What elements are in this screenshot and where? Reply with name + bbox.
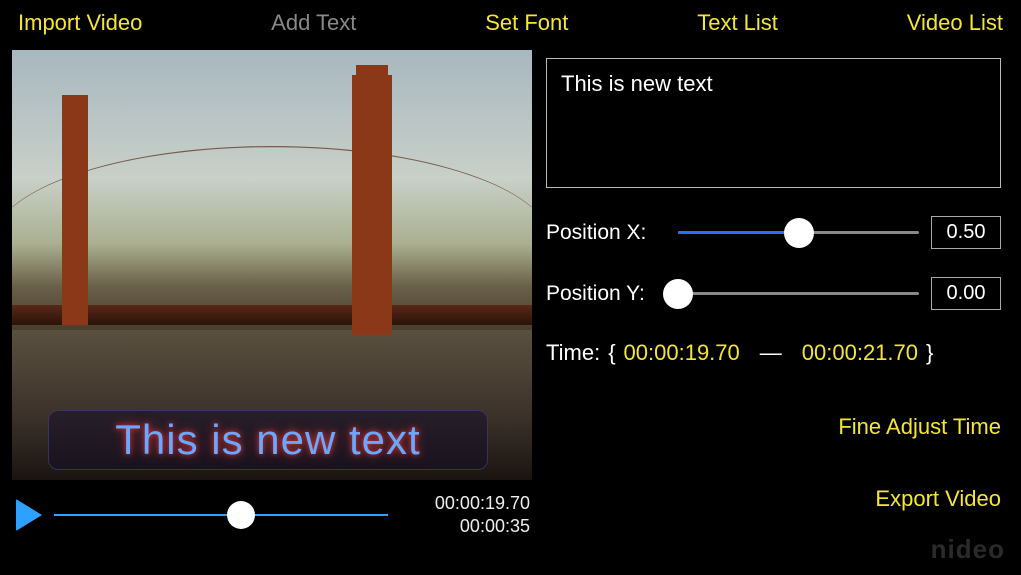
play-button[interactable] (16, 499, 42, 531)
time-dash: — (760, 340, 782, 366)
position-y-slider[interactable] (678, 279, 919, 309)
time-end[interactable]: 00:00:21.70 (802, 340, 918, 366)
overlay-text-box[interactable]: This is new text (48, 410, 488, 470)
position-x-value[interactable] (931, 216, 1001, 249)
menu-add-text[interactable]: Add Text (271, 10, 356, 36)
preview-bridge-deck (12, 305, 532, 325)
position-y-thumb[interactable] (663, 279, 693, 309)
time-readout: 00:00:19.70 00:00:35 (400, 492, 530, 537)
position-x-thumb[interactable] (784, 218, 814, 248)
brace-open: { (608, 340, 615, 366)
position-x-slider[interactable] (678, 218, 919, 248)
overlay-text: This is new text (115, 416, 420, 464)
time-label: Time: (546, 340, 600, 366)
position-y-value[interactable] (931, 277, 1001, 310)
top-menu-bar: Import Video Add Text Set Font Text List… (0, 0, 1021, 50)
video-preview[interactable]: This is new text (12, 50, 532, 480)
menu-import-video[interactable]: Import Video (18, 10, 142, 36)
time-range-row: Time: { 00:00:19.70 — 00:00:21.70 } (546, 340, 1001, 366)
menu-set-font[interactable]: Set Font (485, 10, 568, 36)
video-preview-pane: This is new text 00:00:19.70 00:00:35 (8, 50, 538, 575)
position-y-row: Position Y: (546, 277, 1001, 310)
position-x-fill (678, 231, 799, 234)
text-input[interactable] (546, 58, 1001, 188)
playback-bar: 00:00:19.70 00:00:35 (8, 480, 538, 541)
position-x-label: Position X: (546, 221, 666, 245)
time-start[interactable]: 00:00:19.70 (624, 340, 740, 366)
preview-bridge-tower-right (352, 75, 392, 335)
editor-pane: Position X: Position Y: Time: (538, 50, 1013, 575)
preview-bridge-tower-left (62, 95, 88, 325)
total-time: 00:00:35 (400, 515, 530, 538)
timeline-thumb[interactable] (227, 501, 255, 529)
menu-text-list[interactable]: Text List (697, 10, 778, 36)
brace-close: } (926, 340, 933, 366)
menu-video-list[interactable]: Video List (907, 10, 1003, 36)
current-time: 00:00:19.70 (400, 492, 530, 515)
position-x-row: Position X: (546, 216, 1001, 249)
position-y-label: Position Y: (546, 282, 666, 306)
timeline-slider[interactable] (54, 500, 388, 530)
preview-bridge-cable (12, 146, 532, 254)
export-video-button[interactable]: Export Video (546, 486, 1001, 512)
fine-adjust-time-button[interactable]: Fine Adjust Time (546, 414, 1001, 440)
